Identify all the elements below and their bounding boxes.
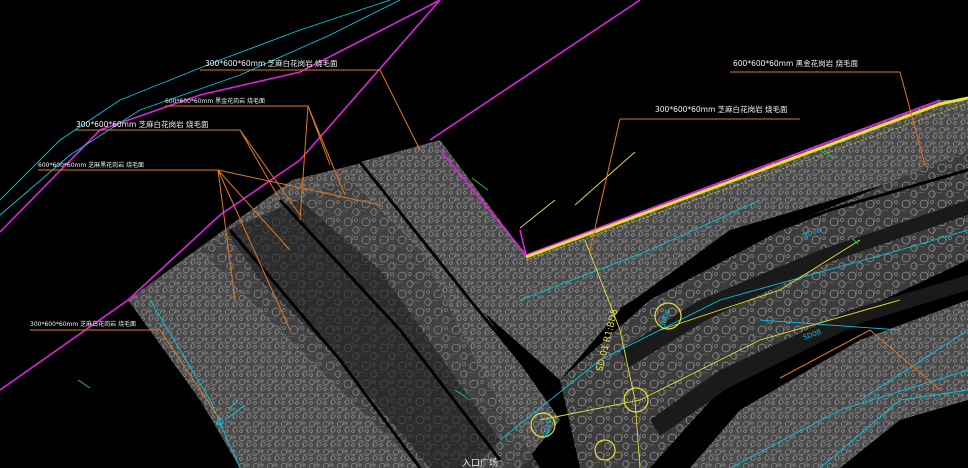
- annotation-7: 300*600*60mm 芝麻白花岗岩 烧毛面: [30, 320, 136, 328]
- annotation-6: 600*600*60mm 黑金花岗岩 烧毛面: [733, 58, 859, 68]
- plaza-label: 入口广场: [462, 457, 498, 468]
- annotation-2: 600*600*60mm 黑金花岗岩 烧毛面: [165, 97, 265, 105]
- cad-drawing-canvas[interactable]: 300*600*60mm 芝麻白花岗岩 烧毛面 600*600*60mm 黑金花…: [0, 0, 968, 468]
- annotation-4: 600*600*60mm 芝麻黑花岗岩 烧毛面: [38, 161, 144, 169]
- annotation-3: 300*600*60mm 芝麻白花岗岩 烧毛面: [76, 119, 209, 129]
- annotation-5: 300*600*60mm 芝麻白花岗岩 烧毛面: [655, 104, 788, 114]
- annotation-1: 300*600*60mm 芝麻白花岗岩 烧毛面: [205, 58, 338, 68]
- cad-plan-view: 300*600*60mm 芝麻白花岗岩 烧毛面 600*600*60mm 黑金花…: [0, 0, 968, 468]
